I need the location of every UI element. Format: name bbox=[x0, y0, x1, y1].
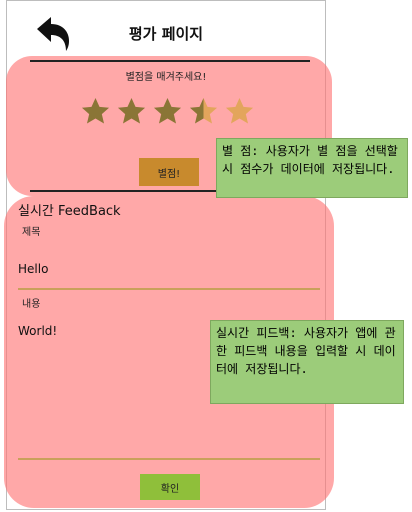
star-rating[interactable] bbox=[80, 96, 260, 132]
confirm-button[interactable]: 확인 bbox=[140, 474, 200, 500]
content-label: 내용 bbox=[22, 299, 41, 310]
header: 평가 페이지 bbox=[7, 1, 325, 61]
title-input[interactable]: Hello bbox=[18, 262, 48, 276]
star-icon-2[interactable] bbox=[116, 96, 147, 127]
star-icon-5[interactable] bbox=[224, 96, 255, 127]
content-input[interactable]: World! bbox=[18, 324, 57, 338]
star-icon-4[interactable] bbox=[188, 96, 219, 127]
title-input-underline bbox=[18, 288, 320, 290]
rating-prompt: 별점을 매겨주세요! bbox=[125, 72, 207, 83]
feedback-section-title: 실시간 FeedBack bbox=[18, 204, 121, 219]
rate-button[interactable]: 별점! bbox=[139, 158, 199, 186]
star-icon-1[interactable] bbox=[80, 96, 111, 127]
star-icon-3[interactable] bbox=[152, 96, 183, 127]
feedback-annotation: 실시간 피드백: 사용자가 앱에 관한 피드백 내용을 입력할 시 데이터에 저… bbox=[210, 320, 404, 404]
title-label: 제목 bbox=[22, 227, 41, 238]
content-input-underline bbox=[18, 458, 320, 460]
rating-top-divider bbox=[30, 60, 310, 62]
page-title: 평가 페이지 bbox=[128, 25, 204, 43]
rating-annotation: 별 점: 사용자가 별 점을 선택할 시 점수가 데이터에 저장됩니다. bbox=[216, 138, 408, 198]
